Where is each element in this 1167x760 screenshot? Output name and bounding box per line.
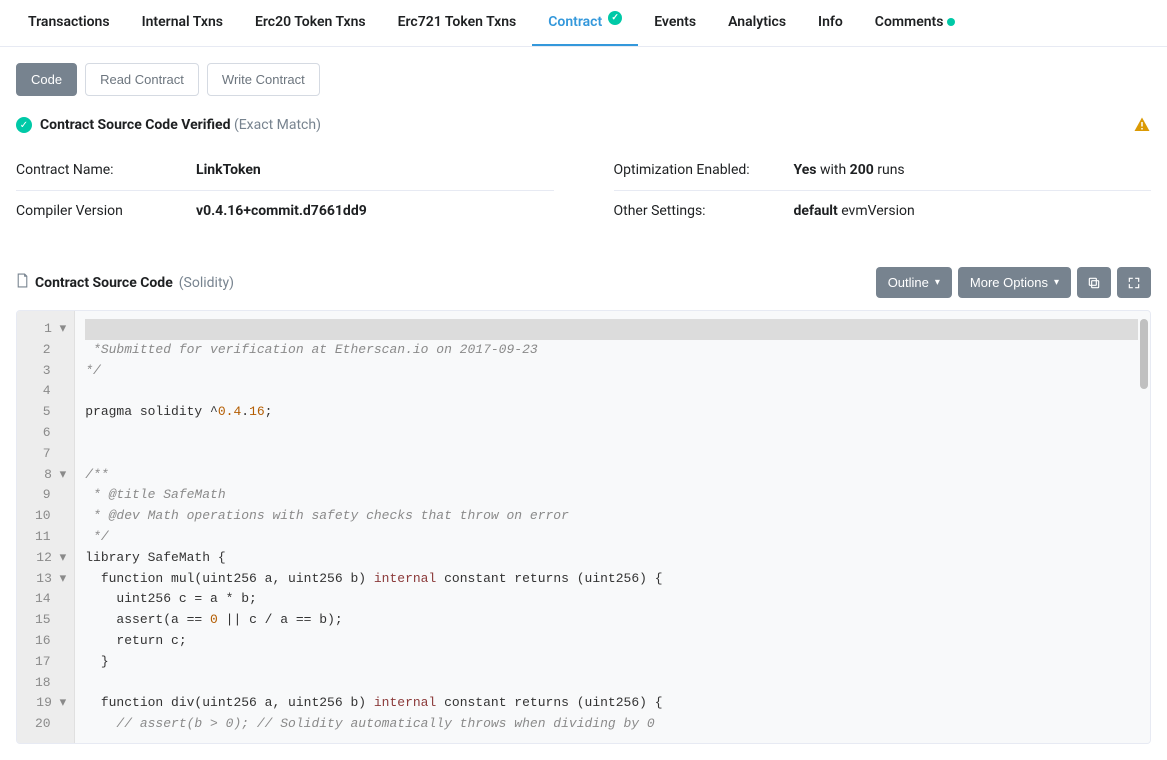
verified-match: (Exact Match) [234,117,321,133]
value-contract-name: LinkToken [196,162,261,178]
tab-info[interactable]: Info [802,0,859,46]
editor-scrollbar[interactable] [1140,319,1148,735]
contract-info-grid: Contract Name: LinkToken Compiler Versio… [16,150,1151,231]
scrollbar-thumb[interactable] [1140,319,1148,389]
label-contract-name: Contract Name: [16,162,196,178]
file-icon [16,273,29,292]
verified-title: Contract Source Code Verified [40,117,230,133]
contract-subtabs: Code Read Contract Write Contract [16,63,1151,96]
tab-erc721-txns[interactable]: Erc721 Token Txns [382,0,533,46]
source-title: Contract Source Code [35,275,173,291]
tab-analytics[interactable]: Analytics [712,0,802,46]
label-compiler-version: Compiler Version [16,203,196,219]
value-optimization: Yes with 200 runs [794,162,905,178]
label-other-settings: Other Settings: [614,203,794,219]
outline-button[interactable]: Outline▾ [876,267,952,298]
comments-dot-icon [947,18,955,26]
subtab-read-contract[interactable]: Read Contract [85,63,199,96]
source-lang: (Solidity) [179,275,234,291]
tab-erc20-txns[interactable]: Erc20 Token Txns [239,0,382,46]
tab-comments[interactable]: Comments [859,0,972,46]
chevron-down-icon: ▾ [1054,277,1059,288]
subtab-write-contract[interactable]: Write Contract [207,63,320,96]
copy-button[interactable] [1077,267,1111,298]
verification-row: ✓ Contract Source Code Verified (Exact M… [16,116,1151,134]
tab-contract[interactable]: Contract ✓ [532,0,638,46]
chevron-down-icon: ▾ [935,277,940,288]
label-optimization: Optimization Enabled: [614,162,794,178]
more-options-button[interactable]: More Options▾ [958,267,1071,298]
source-header: Contract Source Code (Solidity) Outline▾… [16,267,1151,298]
code-editor[interactable]: 1 ▾ 2 3 4 5 6 7 8 ▾ 9 10 11 12 ▾ 13 ▾ 14… [16,310,1151,744]
editor-content[interactable]: /** *Submitted for verification at Ether… [75,311,1150,743]
value-other-settings: default evmVersion [794,203,915,219]
expand-button[interactable] [1117,267,1151,298]
editor-gutter: 1 ▾ 2 3 4 5 6 7 8 ▾ 9 10 11 12 ▾ 13 ▾ 14… [17,311,75,743]
tab-transactions[interactable]: Transactions [12,0,126,46]
warning-icon[interactable] [1133,116,1151,134]
verified-icon: ✓ [16,117,32,133]
value-compiler-version: v0.4.16+commit.d7661dd9 [196,203,367,219]
subtab-code[interactable]: Code [16,63,77,96]
tab-bar: Transactions Internal Txns Erc20 Token T… [0,0,1167,47]
tab-internal-txns[interactable]: Internal Txns [126,0,239,46]
verified-check-icon: ✓ [608,11,622,25]
tab-events[interactable]: Events [638,0,712,46]
